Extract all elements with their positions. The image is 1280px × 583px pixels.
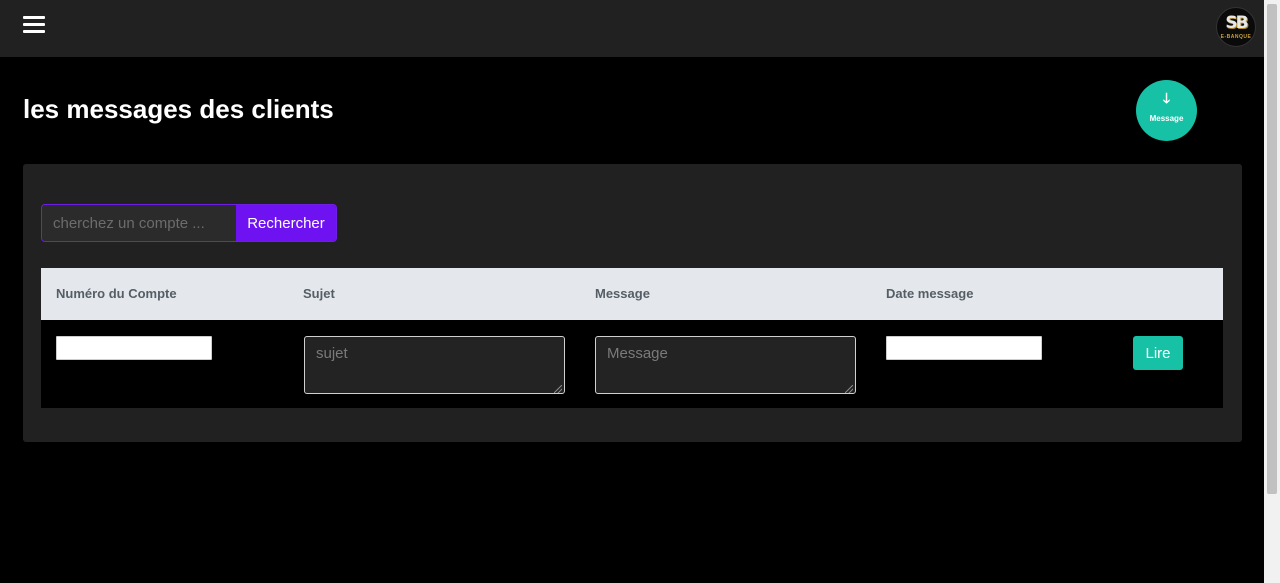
- search-input[interactable]: [42, 205, 236, 241]
- account-number-field[interactable]: [56, 336, 212, 360]
- messages-card: Rechercher Numéro du Compte Sujet Messag…: [23, 164, 1242, 442]
- vertical-scrollbar[interactable]: [1264, 0, 1280, 583]
- download-message-button[interactable]: 🡓 Message: [1136, 80, 1197, 141]
- arrow-down-icon: 🡓: [1162, 90, 1171, 106]
- table-header: Numéro du Compte Sujet Message Date mess…: [41, 268, 1223, 320]
- brand-logo[interactable]: SB E-BANQUE: [1216, 7, 1256, 47]
- menu-bar: [23, 16, 45, 19]
- messages-table: Numéro du Compte Sujet Message Date mess…: [41, 268, 1223, 408]
- logo-subtitle: E-BANQUE: [1220, 34, 1252, 40]
- table-row: Lire: [41, 320, 1223, 408]
- scrollbar-thumb[interactable]: [1267, 4, 1277, 494]
- message-textarea[interactable]: [595, 336, 856, 394]
- search-button[interactable]: Rechercher: [236, 205, 336, 241]
- subject-textarea[interactable]: [304, 336, 565, 394]
- menu-bar: [23, 30, 45, 33]
- download-message-label: Message: [1149, 114, 1184, 123]
- menu-bar: [23, 23, 45, 26]
- logo-mark: SB: [1225, 13, 1248, 33]
- column-header-account-number: Numéro du Compte: [56, 286, 177, 301]
- column-header-date: Date message: [886, 286, 974, 301]
- page-title: les messages des clients: [23, 94, 334, 124]
- hamburger-menu-icon[interactable]: [23, 15, 45, 35]
- read-button[interactable]: Lire: [1133, 336, 1183, 370]
- date-message-field[interactable]: [886, 336, 1042, 360]
- column-header-subject: Sujet: [303, 286, 335, 301]
- top-navbar: SB E-BANQUE: [0, 0, 1264, 57]
- column-header-message: Message: [595, 286, 650, 301]
- search-group: Rechercher: [41, 204, 337, 242]
